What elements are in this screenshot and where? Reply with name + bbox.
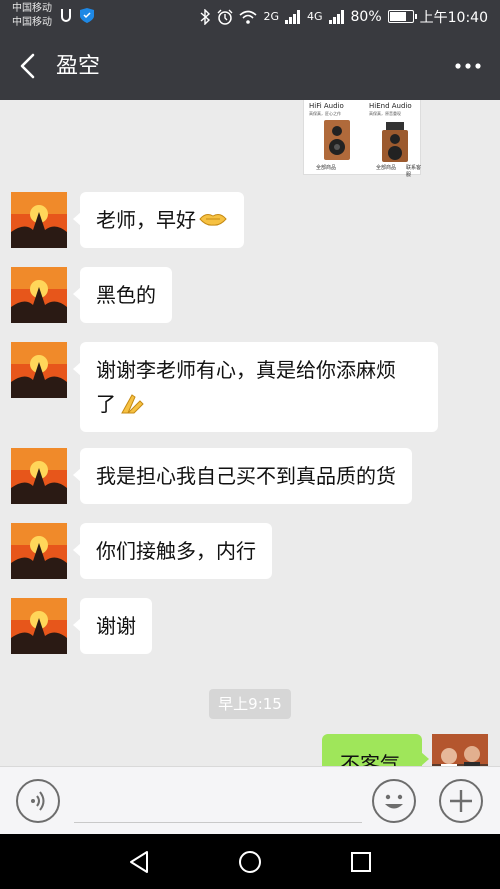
status-bar: 中国移动 中国移动 2G 4G 80% 上午10:40: [0, 0, 500, 33]
handshake-emoji: [199, 214, 227, 226]
bluetooth-icon: [200, 8, 211, 25]
signal-1-tag: 2G: [263, 10, 279, 23]
emoji-button[interactable]: [372, 779, 416, 823]
signal-2-tag: 4G: [306, 10, 323, 23]
message-bubble[interactable]: 谢谢: [73, 598, 152, 654]
plus-button[interactable]: [439, 779, 483, 823]
sunset-avatar-image: [11, 448, 67, 504]
system-nav-bar: [0, 834, 500, 889]
sunset-avatar-image: [11, 598, 67, 654]
carrier-2: 中国移动: [12, 17, 52, 28]
more-dots-icon[interactable]: [452, 51, 484, 81]
signal-2-icon: [328, 9, 344, 24]
voice-button[interactable]: [16, 779, 60, 823]
message-bubble[interactable]: 你们接触多，内行: [73, 523, 272, 579]
image-right-footer-2: 联系客服: [406, 165, 422, 178]
my-avatar[interactable]: [432, 734, 488, 766]
plus-icon: [450, 790, 472, 812]
square-recent-icon[interactable]: [346, 847, 376, 877]
message-bubble[interactable]: 老师，早好: [73, 192, 244, 248]
message-text: 谢谢李老师有心，真是给你添麻烦: [96, 358, 396, 382]
image-right-tagline: 高保真，原音重现: [369, 111, 401, 116]
avatar[interactable]: [11, 267, 67, 323]
carrier-1: 中国移动: [12, 3, 52, 14]
shared-image-message[interactable]: HiFi Audio 高保真，匠心之作 全部商品 HiEnd Audio 高保真…: [303, 100, 422, 178]
image-left-brand: HiFi Audio: [309, 102, 344, 110]
chat-header: 盈空: [0, 33, 500, 100]
timestamp-badge: 早上9:15: [209, 689, 291, 719]
message-text: 你们接触多，内行: [96, 539, 256, 563]
sunset-avatar-image: [11, 192, 67, 248]
emoji-icon: [385, 794, 403, 809]
wifi-icon: [239, 10, 257, 24]
status-time: 上午10:40: [419, 9, 488, 26]
triangle-back-icon[interactable]: [125, 847, 155, 877]
avatar[interactable]: [11, 523, 67, 579]
chat-title: 盈空: [56, 54, 101, 79]
circle-home-icon[interactable]: [235, 847, 265, 877]
message-bubble[interactable]: 谢谢李老师有心，真是给你添麻烦 了: [73, 342, 438, 432]
speaker-image-left: [324, 120, 350, 160]
avatar[interactable]: [11, 448, 67, 504]
message-input[interactable]: [74, 783, 362, 823]
voice-icon: [31, 791, 45, 811]
message-text-line2: 了: [96, 392, 116, 416]
sunset-avatar-image: [11, 342, 67, 398]
battery-icon: [387, 10, 417, 23]
message-text: 我是担心我自己买不到真品质的货: [96, 464, 396, 488]
shield-icon: [80, 8, 94, 23]
signal-1-icon: [284, 9, 300, 24]
chevron-left-icon[interactable]: [14, 51, 44, 81]
image-card-left: HiFi Audio 高保真，匠心之作 全部商品: [306, 100, 362, 172]
outgoing-message-bubble[interactable]: 不客气: [322, 734, 429, 766]
message-text: 不客气: [340, 752, 400, 766]
image-right-brand: HiEnd Audio: [369, 102, 412, 110]
sunset-avatar-image: [11, 267, 67, 323]
alarm-icon: [217, 9, 233, 25]
battery-fill: [389, 12, 407, 21]
usb-icon: [61, 9, 71, 22]
praying-hands-emoji: [121, 394, 144, 414]
battery-percent: 80%: [350, 8, 382, 25]
people-photo-avatar: [432, 734, 488, 766]
message-text: 黑色的: [96, 283, 156, 307]
input-bar: [0, 766, 500, 834]
chat-area[interactable]: HiFi Audio 高保真，匠心之作 全部商品 HiEnd Audio 高保真…: [0, 100, 500, 766]
message-text: 谢谢: [96, 614, 136, 638]
sunset-avatar-image: [11, 523, 67, 579]
message-text: 老师，早好: [96, 208, 196, 232]
image-left-tagline: 高保真，匠心之作: [309, 111, 341, 116]
avatar[interactable]: [11, 342, 67, 398]
speaker-image-right: [382, 122, 408, 162]
carrier-info: 中国移动 中国移动: [12, 2, 52, 30]
image-right-footer: 全部商品: [376, 165, 397, 171]
status-right: 2G 4G 80% 上午10:40: [199, 0, 488, 33]
avatar[interactable]: [11, 192, 67, 248]
message-bubble[interactable]: 黑色的: [73, 267, 172, 323]
message-bubble[interactable]: 我是担心我自己买不到真品质的货: [73, 448, 412, 504]
image-card-right: HiEnd Audio 高保真，原音重现 全部商品 联系客服: [366, 100, 422, 178]
image-left-footer: 全部商品: [316, 165, 337, 171]
avatar[interactable]: [11, 598, 67, 654]
